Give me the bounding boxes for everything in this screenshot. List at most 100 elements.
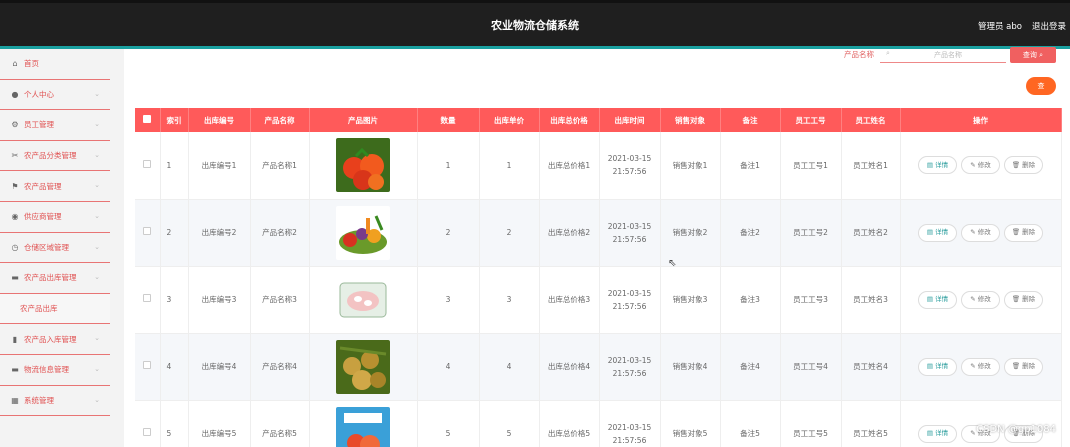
chevron-down-icon: ⌄ — [94, 273, 100, 282]
mouse-cursor-icon: ⇖ — [668, 258, 677, 269]
row-checkbox[interactable] — [143, 428, 152, 436]
delete-label: 删除 — [1022, 295, 1036, 303]
detail-icon: ▤ — [926, 362, 934, 370]
sidebar-item-label: 首页 — [24, 59, 39, 69]
product-image — [336, 205, 390, 260]
sidebar-item-label: 员工管理 — [24, 120, 54, 130]
row-checkbox[interactable] — [143, 294, 152, 302]
edit-button[interactable]: ✎ 修改 — [961, 290, 1000, 309]
detail-icon: ▤ — [926, 160, 934, 169]
delete-button[interactable]: 🗑 删除 — [1004, 290, 1043, 309]
detail-label: 详情 — [935, 295, 949, 303]
sidebar-item-1[interactable]: ● 个人中心 ⌄ — [0, 80, 110, 111]
cell-name: 产品名称1 — [250, 132, 310, 200]
row-checkbox[interactable] — [143, 159, 152, 168]
sidebar-item-label: 农产品分类管理 — [24, 151, 77, 161]
table-row: 3 出库编号3 产品名称3 3 3 出库总价格3 2021-03-15 21:57:56 销售… — [135, 266, 1062, 334]
column-header-13: 操作 — [900, 108, 1062, 132]
detail-button[interactable]: ▤ 详情 — [918, 223, 957, 242]
sidebar-item-6[interactable]: ◷ 仓储区域管理 ⌄ — [0, 233, 110, 264]
chevron-down-icon: ⌄ — [94, 364, 100, 373]
table-row: 2 出库编号2 产品名称2 2 2 出库总价格2 2021-03-15 21:57:56 销售… — [135, 199, 1062, 267]
column-header-0[interactable] — [135, 108, 161, 132]
table-header-row: 索引 出库编号 产品名称 产品图片 数量 出库单价 出库总价格 出库时间 销售对象 备注 员工工号员… — [135, 108, 1062, 132]
logout-link[interactable]: 退出登录 — [1032, 20, 1070, 32]
column-header-10: 备注 — [720, 108, 781, 132]
detail-button[interactable]: ▤ 详情 — [918, 424, 957, 443]
search-input[interactable] — [896, 49, 1000, 61]
app-title: 农业物流仓储系统 — [491, 19, 579, 32]
edit-icon: ✎ — [970, 429, 976, 437]
orange-action-button[interactable]: 查 — [1026, 77, 1056, 95]
delete-label: 删除 — [1022, 228, 1036, 236]
column-header-5: 数量 — [417, 108, 480, 132]
delete-button[interactable]: 🗑 删除 — [1004, 156, 1043, 175]
chevron-down-icon: ⌄ — [94, 181, 100, 190]
sidebar-item-label: 仓储区域管理 — [24, 242, 69, 252]
sidebar-subitem-outbound[interactable]: 农产品出库 — [0, 293, 110, 325]
cell-buyer: 销售对象2 — [660, 199, 721, 267]
column-header-8: 出库时间 — [599, 108, 661, 132]
cell-code: 出库编号3 — [188, 266, 251, 334]
cell-code: 出库编号2 — [188, 199, 251, 267]
sidebar-item-3[interactable]: ✂ 农产品分类管理 ⌄ — [0, 141, 110, 172]
user-icon: ● — [11, 89, 19, 99]
sidebar-item-8[interactable]: ▮ 农产品入库管理 ⌄ — [0, 324, 110, 355]
watermark: CSDN @gp1084 — [976, 424, 1056, 435]
detail-button[interactable]: ▤ 详情 — [918, 156, 957, 175]
cell-index: 2 — [160, 199, 189, 267]
cell-buyer: 销售对象5 — [660, 400, 721, 447]
row-checkbox[interactable] — [143, 361, 152, 369]
table-row: 1 出库编号1 产品名称1 1 1 出库总价格1 2021-03-15 21:57:56 销售… — [135, 132, 1062, 200]
detail-button[interactable]: ▤ 详情 — [918, 357, 957, 376]
row-select-cell — [135, 333, 161, 401]
cell-total: 出库总价格2 — [539, 199, 600, 267]
delete-button[interactable]: 🗑 删除 — [1004, 223, 1043, 242]
cell-code: 出库编号4 — [188, 333, 251, 401]
cell-qty: 1 — [417, 132, 480, 200]
cell-empno: 员工工号5 — [780, 400, 842, 447]
search-box: ⌕ — [880, 49, 1006, 63]
edit-button[interactable]: ✎ 修改 — [961, 223, 1000, 242]
sidebar-item-2[interactable]: ⚙ 员工管理 ⌄ — [0, 110, 110, 141]
delete-icon: 🗑 — [1011, 362, 1021, 370]
product-image-cell — [309, 266, 418, 334]
chevron-down-icon: ⌄ — [94, 395, 100, 404]
sidebar-item-7[interactable]: ▬ 农产品出库管理 ⌄ — [0, 263, 110, 294]
sidebar-item-9[interactable]: ▬ 物流信息管理 ⌄ — [0, 355, 110, 386]
sidebar-item-4[interactable]: ⚑ 农产品管理 ⌄ — [0, 171, 110, 202]
edit-button[interactable]: ✎ 修改 — [961, 156, 1000, 175]
cell-note: 备注1 — [720, 132, 781, 200]
cell-empname: 员工姓名3 — [841, 266, 901, 334]
cell-qty: 4 — [417, 333, 480, 401]
delete-button[interactable]: 🗑 删除 — [1004, 357, 1043, 376]
sidebar-item-10[interactable]: ▦ 系统管理 ⌄ — [0, 386, 110, 417]
sidebar-item-0[interactable]: ⌂ 首页 — [0, 49, 110, 80]
cell-buyer: 销售对象3 — [660, 266, 721, 334]
cell-name: 产品名称2 — [250, 199, 310, 267]
sidebar-item-label: 物流信息管理 — [24, 365, 69, 375]
detail-button[interactable]: ▤ 详情 — [918, 290, 957, 309]
search-label: 产品名称 — [844, 50, 874, 59]
cell-index: 1 — [160, 132, 189, 200]
cell-code: 出库编号1 — [188, 132, 251, 200]
detail-icon: ▤ — [926, 429, 934, 437]
row-checkbox[interactable] — [143, 227, 152, 235]
sidebar-item-label: 农产品出库管理 — [24, 273, 77, 283]
delete-label: 删除 — [1022, 362, 1036, 370]
detail-icon: ▤ — [926, 228, 934, 236]
cell-empname: 员工姓名4 — [841, 333, 901, 401]
edit-label: 修改 — [977, 295, 991, 303]
edit-label: 修改 — [977, 160, 991, 169]
cell-empno: 员工工号4 — [780, 333, 842, 401]
cell-note: 备注2 — [720, 199, 781, 267]
detail-label: 详情 — [935, 362, 949, 370]
select-all-checkbox[interactable] — [143, 115, 152, 123]
sidebar-item-5[interactable]: ◉ 供应商管理 ⌄ — [0, 202, 110, 233]
search-button[interactable]: 查询 ⌕ — [1010, 47, 1056, 63]
edit-button[interactable]: ✎ 修改 — [961, 357, 1000, 376]
cell-time: 2021-03-15 21:57:56 — [599, 333, 661, 401]
table-row: 4 出库编号4 产品名称4 4 4 出库总价格4 2021-03-15 21:57:56 销售… — [135, 333, 1062, 401]
product-image — [336, 272, 390, 327]
cell-time: 2021-03-15 21:57:56 — [599, 400, 661, 447]
